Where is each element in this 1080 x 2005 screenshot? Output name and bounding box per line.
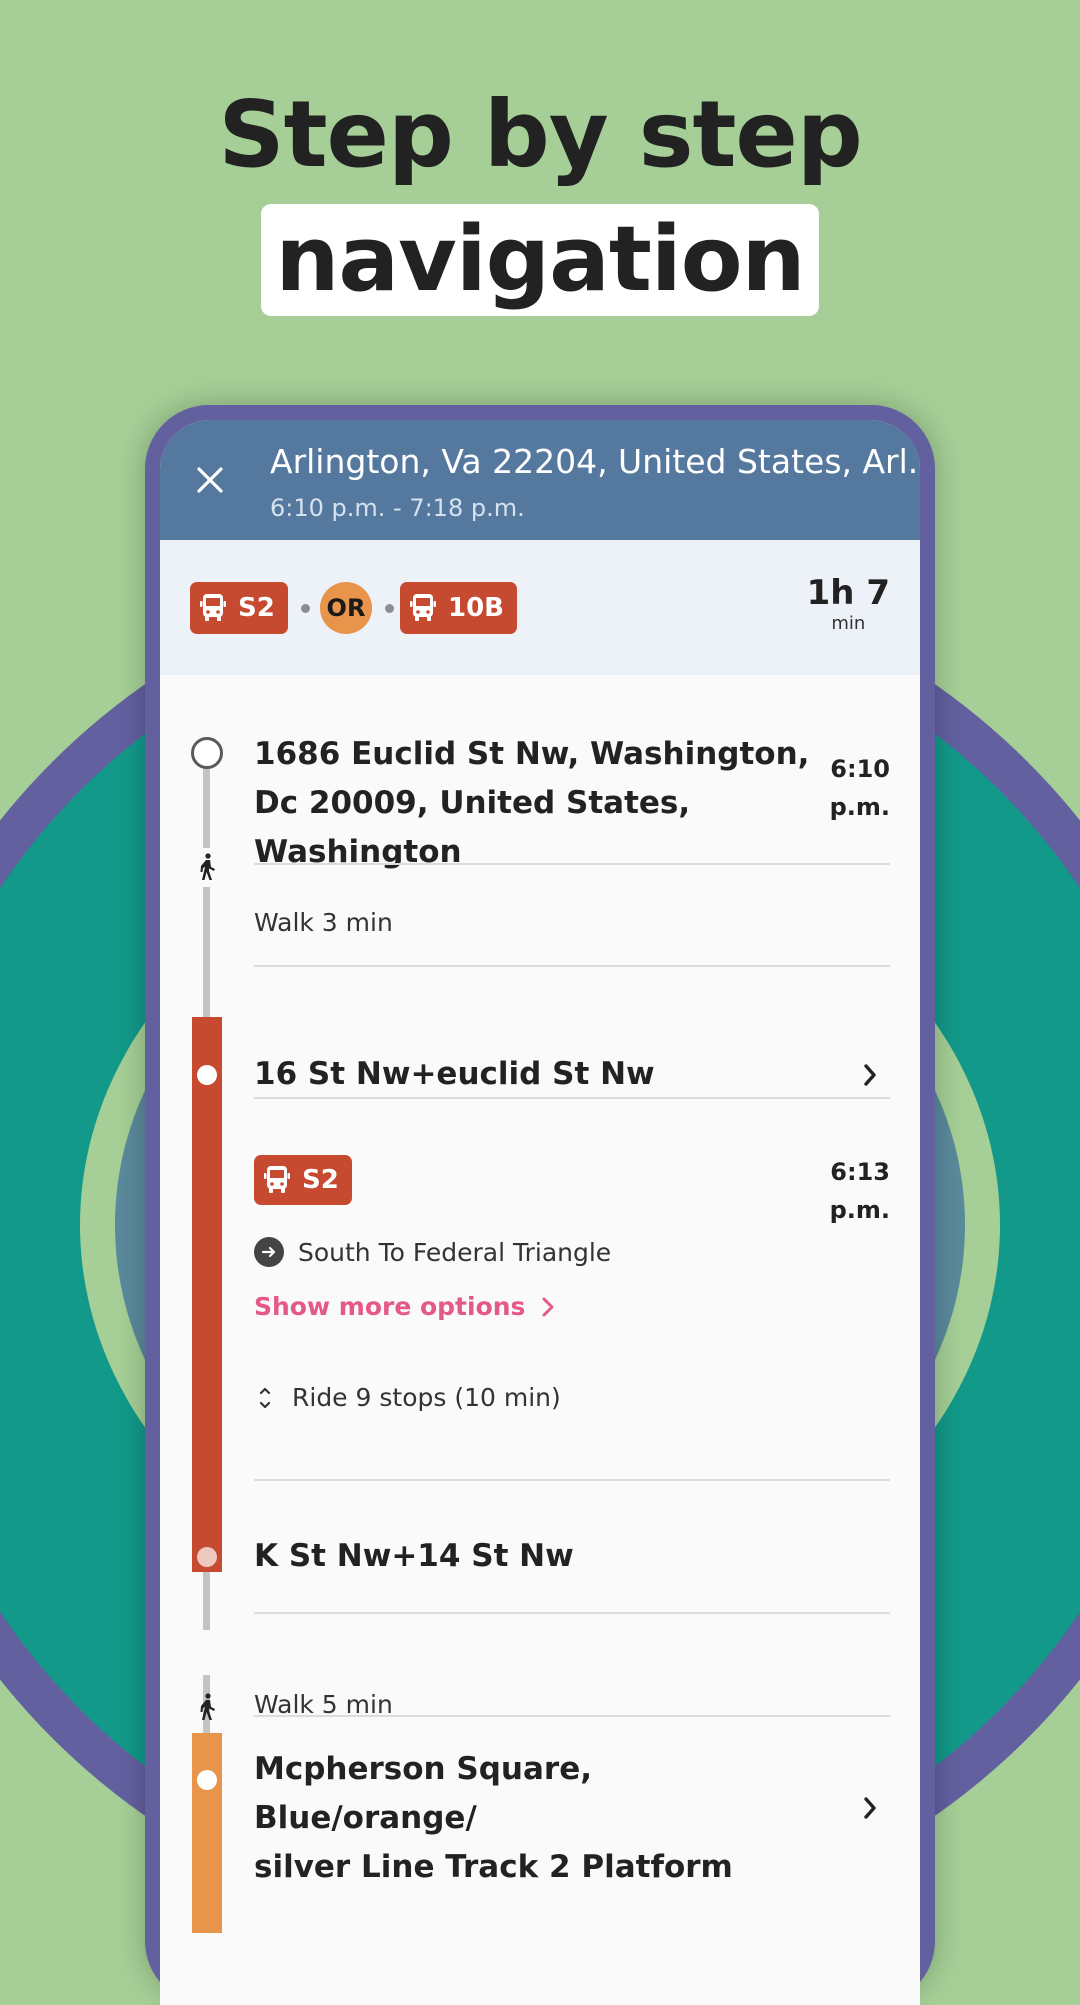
bus-icon bbox=[200, 594, 226, 621]
time-value: 6:10 bbox=[830, 755, 890, 783]
trip-time-range: 6:10 p.m. - 7:18 p.m. bbox=[270, 494, 525, 522]
separator-dot bbox=[385, 604, 394, 613]
chevron-right-icon[interactable] bbox=[858, 1793, 882, 1823]
destination-title: Arlington, Va 22204, United States, Arl.… bbox=[270, 442, 920, 481]
app-screen: Arlington, Va 22204, United States, Arl.… bbox=[160, 420, 920, 2005]
divider bbox=[254, 863, 890, 865]
metro-route-rail bbox=[192, 1733, 222, 1933]
separator-dot bbox=[301, 604, 310, 613]
headline-line2-highlight: navigation bbox=[261, 204, 819, 316]
walk-rail bbox=[203, 1572, 210, 1630]
phone-frame: Arlington, Va 22204, United States, Arl.… bbox=[145, 405, 935, 2005]
expand-icon bbox=[259, 1387, 271, 1408]
walk-icon bbox=[200, 853, 215, 880]
promo-headline: Step by step navigation bbox=[0, 80, 1080, 316]
ride-info-label: Ride 9 stops (10 min) bbox=[292, 1383, 561, 1412]
stop-marker bbox=[197, 1770, 217, 1790]
close-icon bbox=[197, 467, 223, 493]
route-badge-s2: S2 bbox=[190, 582, 288, 634]
close-button[interactable] bbox=[190, 460, 230, 500]
bus-direction: South To Federal Triangle bbox=[254, 1237, 611, 1267]
metro-stop-title-line: Mcpherson Square, Blue/orange/ bbox=[254, 1751, 593, 1836]
trip-duration: 1h 7 min bbox=[807, 574, 890, 636]
divider bbox=[254, 1715, 890, 1717]
metro-line-or-badge: OR bbox=[320, 582, 372, 634]
stop-marker bbox=[197, 1547, 217, 1567]
time-period: p.m. bbox=[829, 1196, 890, 1224]
route-badge-label: 10B bbox=[448, 593, 504, 623]
route-badge-10b: 10B bbox=[400, 582, 517, 634]
boarding-stop-title[interactable]: 16 St Nw+euclid St Nw bbox=[254, 1050, 655, 1099]
route-badge-label: S2 bbox=[238, 593, 275, 623]
bus-icon bbox=[264, 1166, 290, 1193]
origin-title-line: Dc 20009, United States, bbox=[254, 785, 691, 821]
origin-departure-time: 6:10 p.m. bbox=[830, 750, 890, 826]
bus-icon bbox=[410, 594, 436, 621]
divider bbox=[254, 1479, 890, 1481]
walk-icon bbox=[200, 1693, 215, 1720]
metro-stop-title-line: silver Line Track 2 Platform bbox=[254, 1849, 733, 1885]
direction-label: South To Federal Triangle bbox=[298, 1237, 612, 1267]
time-period: p.m. bbox=[829, 793, 890, 821]
step-list: 1686 Euclid St Nw, Washington, Dc 20009,… bbox=[160, 675, 920, 2005]
route-badge-label: S2 bbox=[302, 1165, 339, 1195]
time-value: 6:13 bbox=[830, 1158, 890, 1186]
trip-header: Arlington, Va 22204, United States, Arl.… bbox=[160, 420, 920, 540]
alighting-stop-title[interactable]: K St Nw+14 St Nw bbox=[254, 1532, 574, 1581]
divider bbox=[254, 1097, 890, 1099]
ride-stops-toggle[interactable]: Ride 9 stops (10 min) bbox=[258, 1383, 561, 1412]
show-more-options-label: Show more options bbox=[254, 1292, 526, 1321]
duration-unit: min bbox=[831, 613, 866, 634]
show-more-options-link[interactable]: Show more options bbox=[254, 1292, 555, 1321]
headline-line1: Step by step bbox=[218, 81, 862, 188]
chevron-right-icon[interactable] bbox=[858, 1060, 882, 1090]
walk-step-label: Walk 3 min bbox=[254, 908, 393, 937]
divider bbox=[254, 1612, 890, 1614]
divider bbox=[254, 965, 890, 967]
origin-title-line: Washington bbox=[254, 834, 462, 870]
stop-marker bbox=[197, 1065, 217, 1085]
arrow-right-circle-icon bbox=[254, 1237, 284, 1267]
metro-stop-title[interactable]: Mcpherson Square, Blue/orange/ silver Li… bbox=[254, 1745, 814, 1892]
origin-marker bbox=[191, 737, 223, 769]
bus-departure-time: 6:13 p.m. bbox=[830, 1153, 890, 1229]
duration-value: 1h 7 bbox=[806, 573, 890, 613]
bus-route-rail bbox=[192, 1017, 222, 1572]
walk-rail bbox=[203, 887, 210, 1017]
origin-title-line: 1686 Euclid St Nw, Washington, bbox=[254, 736, 810, 772]
bus-route-badge: S2 bbox=[254, 1155, 352, 1205]
chevron-right-icon bbox=[542, 1297, 554, 1316]
origin-title[interactable]: 1686 Euclid St Nw, Washington, Dc 20009,… bbox=[254, 730, 814, 877]
route-summary[interactable]: S2 OR 10B 1h 7 min bbox=[160, 540, 920, 675]
